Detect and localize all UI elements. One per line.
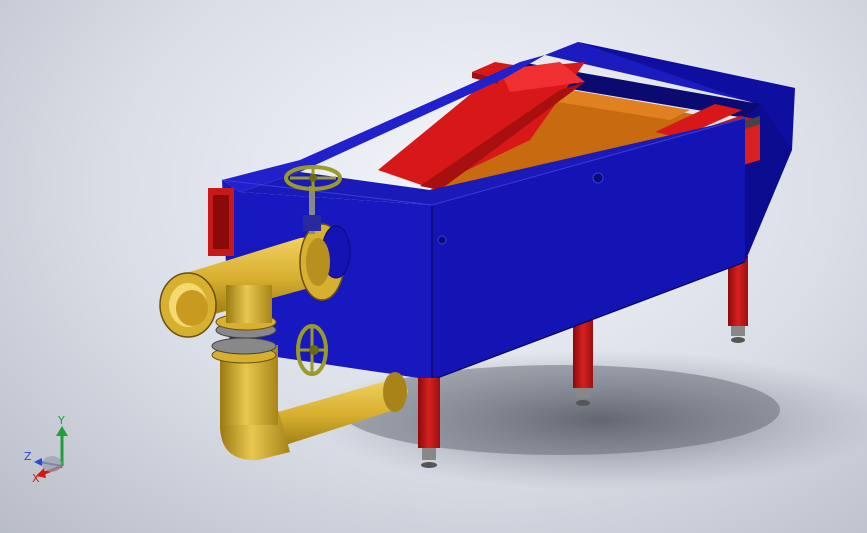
handwheel-lower[interactable] — [296, 324, 328, 376]
x-axis-label: X — [32, 472, 40, 484]
handwheel-top[interactable] — [284, 165, 342, 191]
view-orientation-triad[interactable]: Y Z X — [18, 412, 78, 484]
leg-middle-right — [573, 318, 593, 406]
side-panel-left — [208, 188, 234, 256]
pipe-open-flange — [159, 272, 217, 338]
triad-sphere — [42, 456, 62, 472]
z-axis-label: Z — [24, 450, 32, 463]
leg-back-right — [728, 256, 748, 343]
bolt — [592, 172, 604, 184]
y-axis-label: Y — [57, 414, 65, 427]
bolt — [437, 235, 447, 245]
ground-shadow-inner — [340, 365, 780, 455]
valve-body-top — [303, 215, 321, 231]
machine-model[interactable] — [0, 0, 867, 533]
pipe-lower-end — [383, 372, 407, 412]
pipe-tee-stub — [226, 285, 272, 323]
cad-viewport[interactable]: Y Z X — [0, 0, 867, 533]
